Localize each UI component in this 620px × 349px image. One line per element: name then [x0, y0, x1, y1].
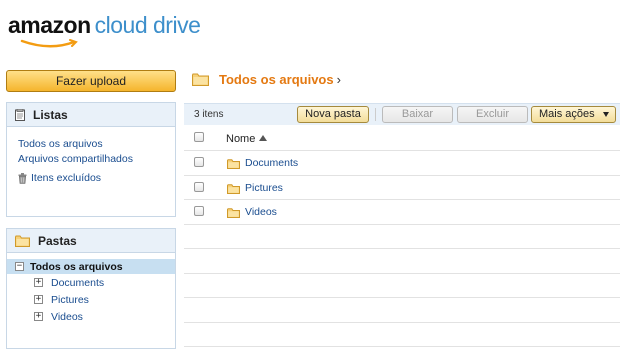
tree-node-pictures[interactable]: + Pictures [7, 291, 175, 308]
empty-row [184, 298, 620, 323]
file-name[interactable]: Videos [245, 206, 277, 218]
delete-button[interactable]: Excluir [457, 106, 528, 123]
folder-icon [15, 235, 30, 247]
table-header: Nome [184, 126, 620, 151]
new-folder-button[interactable]: Nova pasta [297, 106, 369, 123]
list-link-shared-files[interactable]: Arquivos compartilhados [18, 152, 175, 167]
more-actions-button[interactable]: Mais ações [531, 106, 616, 123]
tree-node-label: Documents [51, 276, 105, 289]
lists-title: Listas [33, 107, 68, 122]
empty-row [184, 249, 620, 274]
table-row[interactable]: Documents [184, 151, 620, 176]
empty-row [184, 274, 620, 298]
name-column-header[interactable]: Nome [226, 133, 268, 145]
item-count: 3 itens [194, 109, 224, 120]
row-checkbox[interactable] [194, 181, 204, 192]
more-actions-label: Mais ações [539, 108, 595, 120]
tree-node-documents[interactable]: + Documents [7, 274, 175, 291]
list-link-all-files[interactable]: Todos os arquivos [18, 137, 175, 152]
logo-amazon-text: amazon [8, 12, 91, 38]
tree-node-label: Pictures [51, 293, 89, 306]
expand-icon[interactable]: + [34, 295, 43, 304]
amazon-smile-icon [20, 39, 78, 48]
table-row[interactable]: Videos [184, 200, 620, 225]
tree-root-all-files[interactable]: − Todos os arquivos [7, 259, 175, 274]
expand-icon[interactable]: + [34, 312, 43, 321]
list-link-deleted-items[interactable]: Itens excluídos [18, 171, 175, 186]
lists-panel-header: Listas [7, 103, 175, 127]
tree-root-label: Todos os arquivos [30, 260, 123, 273]
tree-node-videos[interactable]: + Videos [7, 308, 175, 325]
row-checkbox[interactable] [194, 157, 204, 167]
deleted-items-label: Itens excluídos [31, 172, 102, 184]
file-name[interactable]: Documents [245, 157, 298, 169]
folder-icon [227, 208, 240, 218]
tree-node-label: Videos [51, 310, 83, 323]
chevron-down-icon [603, 112, 609, 117]
row-checkbox[interactable] [194, 206, 204, 216]
folders-panel: Pastas − Todos os arquivos + Documents +… [6, 228, 176, 349]
breadcrumb-current[interactable]: Todos os arquivos [219, 72, 334, 87]
folders-title: Pastas [38, 233, 77, 248]
folder-tree: − Todos os arquivos + Documents + Pictur… [7, 253, 175, 325]
empty-row [184, 225, 620, 249]
file-table: Nome Documents Pictures Videos [184, 126, 620, 347]
breadcrumb-separator: › [336, 72, 341, 87]
folder-icon [192, 73, 209, 86]
upload-button[interactable]: Fazer upload [6, 70, 176, 92]
toolbar-divider [375, 108, 376, 121]
list-document-icon [15, 108, 25, 121]
lists-panel: Listas Todos os arquivos Arquivos compar… [6, 102, 176, 217]
trash-icon [18, 173, 27, 184]
expand-icon[interactable]: + [34, 278, 43, 287]
file-name[interactable]: Pictures [245, 182, 283, 194]
name-column-label: Nome [226, 133, 256, 145]
file-toolbar: 3 itens Nova pasta Baixar Excluir Mais a… [184, 103, 620, 125]
collapse-icon[interactable]: − [15, 262, 24, 271]
folder-icon [227, 183, 240, 194]
breadcrumb: Todos os arquivos › [192, 72, 341, 87]
amazon-cloud-drive-logo[interactable]: amazon cloud drive [8, 12, 201, 48]
empty-row [184, 323, 620, 347]
select-all-checkbox[interactable] [194, 132, 204, 142]
header: amazon cloud drive [0, 0, 620, 56]
download-button[interactable]: Baixar [382, 106, 453, 123]
sort-ascending-icon [259, 135, 268, 141]
folders-panel-header: Pastas [7, 229, 175, 253]
folder-icon [227, 159, 240, 169]
table-row[interactable]: Pictures [184, 176, 620, 200]
logo-cloud-drive-text: cloud drive [94, 12, 201, 38]
